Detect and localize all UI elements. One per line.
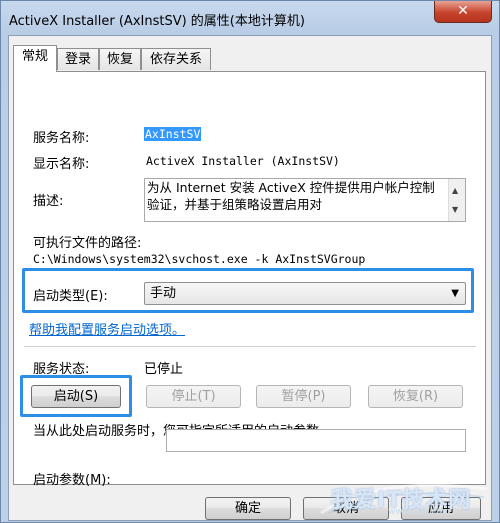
general-tab-panel: 服务名称: AxInstSV 显示名称: ActiveX Installer (… xyxy=(13,71,486,488)
start-params-input[interactable] xyxy=(166,429,466,452)
service-name-label: 服务名称: xyxy=(33,131,90,146)
resume-button[interactable]: 恢复(R) xyxy=(368,385,463,408)
dropdown-arrow-icon: ▼ xyxy=(451,288,459,299)
start-params-label: 启动参数(M): xyxy=(33,473,111,488)
start-button[interactable]: 启动(S) xyxy=(31,385,121,408)
resume-button-label: 恢复(R) xyxy=(392,389,439,404)
start-button-label: 启动(S) xyxy=(53,389,99,404)
close-icon: ✕ xyxy=(457,3,469,19)
startup-type-label: 启动类型(E): xyxy=(33,289,108,304)
dialog-client-area: 常规 登录 恢复 依存关系 服务名称: AxInstSV 显示名称: Activ… xyxy=(8,35,492,521)
ok-button[interactable]: 确定 xyxy=(205,497,291,520)
description-label: 描述: xyxy=(33,194,64,209)
properties-dialog: ActiveX Installer (AxInstSV) 的属性(本地计算机) … xyxy=(0,0,500,523)
stop-button[interactable]: 停止(T) xyxy=(146,385,241,408)
scroll-down-icon[interactable]: ▼ xyxy=(452,201,458,218)
service-name-value[interactable]: AxInstSV xyxy=(144,127,202,141)
close-button[interactable]: ✕ xyxy=(434,1,492,23)
ok-button-label: 确定 xyxy=(234,501,261,516)
tab-label: 恢复 xyxy=(106,52,133,67)
pause-button[interactable]: 暂停(P) xyxy=(256,385,351,408)
help-configure-link[interactable]: 帮助我配置服务启动选项。 xyxy=(29,319,185,338)
tab-label: 常规 xyxy=(21,49,48,64)
startup-type-value: 手动 xyxy=(150,286,177,301)
description-scrollbar[interactable]: ▲ ▼ xyxy=(448,179,465,221)
divider xyxy=(24,346,476,348)
exe-path-value[interactable]: C:\Windows\system32\svchost.exe -k AxIns… xyxy=(33,252,365,266)
pause-button-label: 暂停(P) xyxy=(281,389,326,404)
service-status-value: 已停止 xyxy=(144,362,184,377)
description-textbox[interactable]: 为从 Internet 安装 ActiveX 控件提供用户帐户控制验证，并基于组… xyxy=(144,178,466,222)
exe-path-label: 可执行文件的路径: xyxy=(33,236,142,251)
tab-logon[interactable]: 登录 xyxy=(57,48,99,70)
tab-label: 登录 xyxy=(64,52,91,67)
display-name-value[interactable]: ActiveX Installer (AxInstSV) xyxy=(146,154,340,168)
tab-recovery[interactable]: 恢复 xyxy=(99,48,141,70)
description-text: 为从 Internet 安装 ActiveX 控件提供用户帐户控制验证，并基于组… xyxy=(147,180,435,212)
stop-button-label: 停止(T) xyxy=(171,389,216,404)
tab-label: 依存关系 xyxy=(149,52,202,67)
display-name-label: 显示名称: xyxy=(33,157,90,172)
tab-general[interactable]: 常规 xyxy=(13,45,57,72)
tab-dependencies[interactable]: 依存关系 xyxy=(141,48,211,70)
title-bar[interactable]: ActiveX Installer (AxInstSV) 的属性(本地计算机) … xyxy=(1,1,500,35)
startup-type-select[interactable]: 手动 ▼ xyxy=(144,282,466,305)
scroll-up-icon[interactable]: ▲ xyxy=(452,182,458,199)
watermark-url: www.52ij.com xyxy=(388,507,451,517)
window-title: ActiveX Installer (AxInstSV) 的属性(本地计算机) xyxy=(9,14,305,29)
